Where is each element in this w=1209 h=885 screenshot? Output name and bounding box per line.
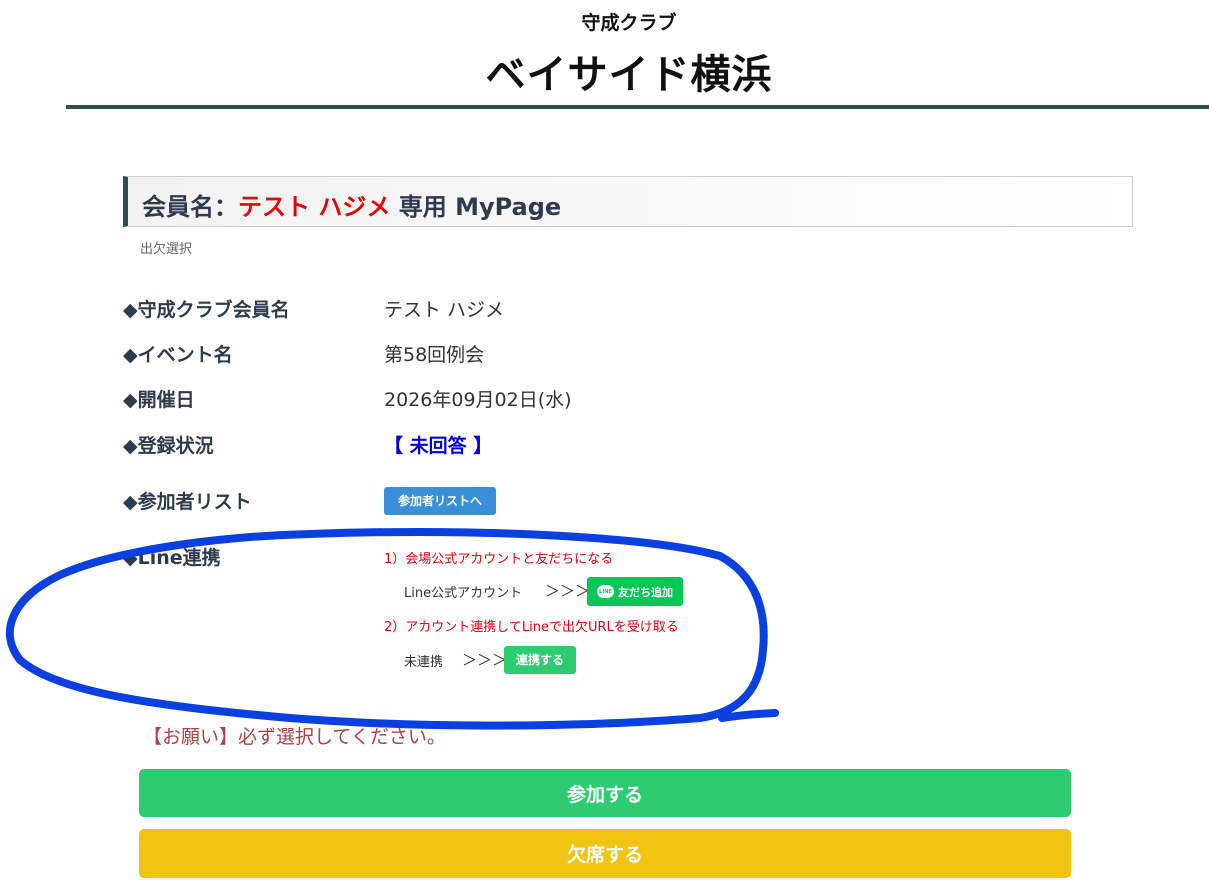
attend-button[interactable]: 参加する xyxy=(139,769,1071,817)
member-name-label: ◆守成クラブ会員名 xyxy=(123,299,290,321)
member-header: 会員名：テスト ハジメ 専用 MyPage xyxy=(123,176,1133,227)
participant-list-button[interactable]: 参加者リストへ xyxy=(384,487,496,515)
line-account-arrows: ＞＞＞ xyxy=(545,582,591,600)
registration-status-label: ◆登録状況 xyxy=(123,435,214,457)
header-divider xyxy=(66,105,1209,109)
selection-notice: 【お願い】必ず選択してください。 xyxy=(143,726,446,748)
line-logo-icon: LINE xyxy=(597,585,614,598)
member-title: 会員名：テスト ハジメ 専用 MyPage xyxy=(142,187,561,222)
line-link-button[interactable]: 連携する xyxy=(504,646,576,674)
member-prefix: 会員名： xyxy=(142,193,238,221)
participant-list-label: ◆参加者リスト xyxy=(123,491,252,513)
event-name-label: ◆イベント名 xyxy=(123,344,233,366)
event-date-label: ◆開催日 xyxy=(123,389,195,411)
absent-button[interactable]: 欠席する xyxy=(139,829,1071,878)
line-account-label: Line公式アカウント xyxy=(404,586,523,601)
event-date-value: 2026年09月02日(水) xyxy=(384,389,572,411)
section-label: 出欠選択 xyxy=(140,242,193,257)
event-name-value: 第58回例会 xyxy=(384,344,485,366)
line-integration-label: ◆Line連携 xyxy=(123,547,221,569)
member-name-value: テスト ハジメ xyxy=(384,299,505,321)
line-add-friend-label: 友だち追加 xyxy=(618,585,673,599)
line-step-2: 2）アカウント連携してLineで出欠URLを受け取る xyxy=(384,620,679,635)
club-title: ベイサイド横浜 xyxy=(485,52,773,98)
line-link-arrows: ＞＞＞ xyxy=(462,651,508,669)
line-add-friend-button[interactable]: LINE 友だち追加 xyxy=(587,577,683,606)
member-suffix: 専用 MyPage xyxy=(390,193,562,221)
member-name: テスト ハジメ xyxy=(238,193,391,221)
registration-status-value: 【 未回答 】 xyxy=(384,435,493,457)
line-step-1: 1）会場公式アカウントと友だちになる xyxy=(384,552,614,567)
club-subtitle: 守成クラブ xyxy=(581,12,677,34)
line-link-status: 未連携 xyxy=(404,655,444,670)
